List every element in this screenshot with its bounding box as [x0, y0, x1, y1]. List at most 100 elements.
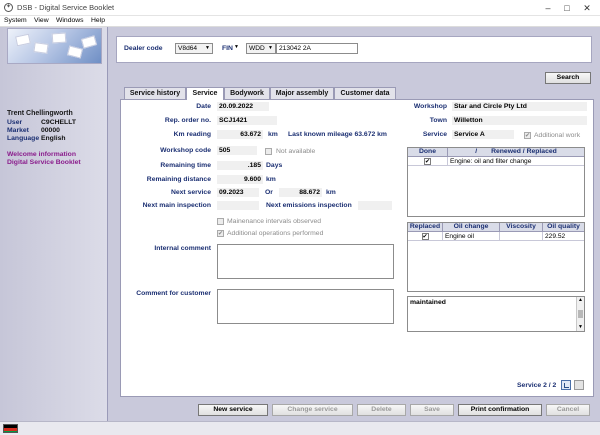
menu-view[interactable]: View [34, 17, 49, 24]
remaining-time-unit: Days [266, 162, 283, 169]
menu-bar: System View Windows Help [0, 16, 600, 27]
oil-change-header[interactable]: Oil change [443, 223, 500, 232]
additional-work-label: Additional work [534, 132, 581, 139]
renewed-header[interactable]: / Renewed / Replaced [448, 148, 584, 157]
additional-ops-label: Additional operations performed [227, 230, 324, 237]
next-main-inspection-label: Next main inspection [142, 202, 211, 209]
additional-ops-checkbox[interactable]: ✔ [217, 230, 224, 237]
scroll-thumb[interactable] [578, 310, 583, 318]
close-icon[interactable]: ✕ [580, 2, 594, 14]
next-service-label: Next service [170, 189, 211, 196]
tab-customer-data[interactable]: Customer data [334, 87, 396, 99]
workshop-code-field[interactable]: 505 [217, 146, 257, 155]
last-known-mileage: Last known mileage 63.672 km [288, 131, 387, 138]
dealer-code-select[interactable]: V8d64 ▼ [175, 43, 213, 54]
user-value: C9CHELLT [41, 119, 76, 126]
viscosity-header[interactable]: Viscosity [500, 223, 543, 232]
scroll-down-icon[interactable]: ▼ [577, 324, 584, 331]
oil-quality-cell: 229.52 [543, 232, 584, 241]
done-checkbox[interactable]: ✔ [424, 157, 431, 165]
new-service-button[interactable]: New service [198, 404, 268, 416]
viscosity-cell [500, 232, 543, 241]
tab-service-history[interactable]: Service history [124, 87, 186, 99]
sidebar-link-welcome[interactable]: Welcome information [7, 151, 76, 158]
market-label: Market [7, 127, 29, 134]
window-title: DSB - Digital Service Booklet [17, 3, 115, 12]
app-logo-icon: ✦ [4, 3, 13, 12]
service-type-field: Service A [452, 130, 514, 139]
km-reading-field[interactable]: 63.672 [217, 130, 263, 139]
sidebar [0, 27, 108, 421]
sort-indicator: / [475, 148, 478, 155]
service-label: Service [422, 131, 447, 138]
next-service-unit: km [326, 189, 336, 196]
not-available-label: Not available [276, 148, 316, 155]
next-service-km: 88.672 [279, 188, 322, 197]
renewed-replaced-table: Done / Renewed / Replaced ✔ Engine: oil a… [407, 147, 585, 217]
maximize-icon[interactable]: □ [560, 2, 574, 14]
or-label: Or [265, 189, 273, 196]
table-row[interactable]: ✔ [408, 232, 443, 241]
change-service-button[interactable]: Change service [272, 404, 353, 416]
date-field[interactable]: 20.09.2022 [217, 102, 269, 111]
remaining-time-field: .185 [217, 161, 263, 170]
minimize-icon[interactable]: – [541, 2, 555, 14]
notes-text: maintained [410, 299, 446, 306]
print-confirmation-button[interactable]: Print confirmation [458, 404, 542, 416]
flag-icon [3, 424, 18, 433]
fin-type-select[interactable]: WDD ▼ [246, 43, 276, 54]
workshop-code-label: Workshop code [160, 147, 211, 154]
fin-label: FIN [222, 45, 233, 52]
table-row[interactable]: ✔ [408, 157, 448, 166]
maintenance-observed-label: Mainenance intervals observed [227, 218, 322, 225]
notes-textarea[interactable]: maintained ▲ ▼ [407, 296, 585, 332]
dealer-code-value: V8d64 [178, 45, 198, 52]
remaining-distance-field: 9.600 [217, 175, 263, 184]
scroll-up-icon[interactable]: ▲ [577, 297, 584, 304]
dealer-code-label: Dealer code [124, 45, 163, 52]
next-main-inspection-field [217, 201, 259, 210]
oil-change-table: Replaced Oil change Viscosity Oil qualit… [407, 222, 585, 292]
title-bar: ✦ DSB - Digital Service Booklet – □ ✕ [0, 0, 600, 16]
menu-system[interactable]: System [4, 17, 27, 24]
next-service-date: 09.2023 [217, 188, 259, 197]
rep-order-field[interactable]: SCJ1421 [217, 116, 277, 125]
save-button[interactable]: Save [410, 404, 454, 416]
delete-button[interactable]: Delete [357, 404, 406, 416]
workshop-label: Workshop [413, 103, 447, 110]
sidebar-banner-image [7, 28, 102, 64]
rep-order-label: Rep. order no. [164, 117, 211, 124]
next-emissions-field [358, 201, 392, 210]
km-reading-label: Km reading [173, 131, 211, 138]
remaining-time-label: Remaining time [160, 162, 211, 169]
menu-help[interactable]: Help [91, 17, 105, 24]
user-label: User [7, 119, 23, 126]
replaced-header[interactable]: Replaced [408, 223, 443, 232]
cancel-button[interactable]: Cancel [546, 404, 590, 416]
replaced-checkbox[interactable]: ✔ [421, 232, 429, 240]
export-icon[interactable] [561, 380, 571, 390]
print-preview-icon[interactable] [574, 380, 584, 390]
service-pager-label: Service 2 / 2 [517, 382, 557, 389]
oil-quality-header[interactable]: Oil quality [543, 223, 584, 232]
tab-major-assembly[interactable]: Major assembly [270, 87, 334, 99]
remaining-distance-unit: km [266, 176, 276, 183]
fin-input[interactable]: 213042 2A [276, 43, 358, 54]
workshop-field: Star and Circle Pty Ltd [452, 102, 587, 111]
status-bar [0, 421, 600, 435]
remaining-distance-label: Remaining distance [146, 176, 211, 183]
maintenance-observed-checkbox[interactable] [217, 218, 224, 225]
internal-comment-textarea[interactable] [217, 244, 394, 279]
sidebar-link-dsb[interactable]: Digital Service Booklet [7, 159, 81, 166]
notes-scrollbar[interactable]: ▲ ▼ [576, 297, 584, 331]
customer-comment-textarea[interactable] [217, 289, 394, 324]
done-header[interactable]: Done [408, 148, 448, 157]
menu-windows[interactable]: Windows [56, 17, 84, 24]
not-available-checkbox[interactable] [265, 148, 272, 155]
fin-dropdown-icon[interactable]: ▼ [234, 44, 239, 50]
search-button[interactable]: Search [545, 72, 591, 84]
km-reading-unit: km [268, 131, 278, 138]
tab-service[interactable]: Service [186, 87, 224, 100]
tab-bodywork[interactable]: Bodywork [224, 87, 270, 99]
additional-work-checkbox[interactable]: ✔ [524, 132, 531, 139]
